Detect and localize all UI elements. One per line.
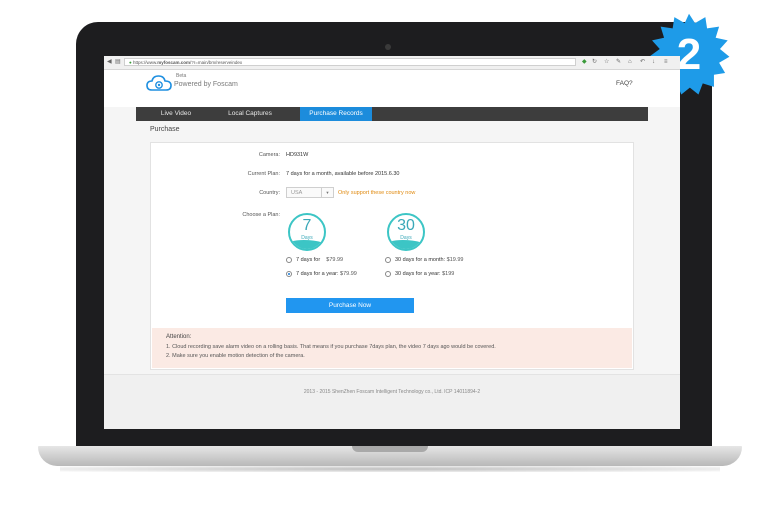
option-7-days-month[interactable]: 7 days for $79.99: [296, 257, 343, 263]
attention-box: Attention: 1. Cloud recording save alarm…: [152, 328, 632, 368]
option-price: $199: [442, 271, 455, 277]
url-prefix: https://www.: [132, 60, 158, 65]
country-selected-value: USA: [291, 190, 303, 196]
plan-unit: Days: [400, 235, 412, 241]
radio-7-days-month[interactable]: [286, 257, 292, 263]
radio-30-days-month[interactable]: [385, 257, 391, 263]
menu-icon[interactable]: ≡: [664, 59, 668, 66]
undo-icon[interactable]: ↶: [640, 59, 645, 66]
option-7-days-year[interactable]: 7 days for a year: $79.99: [296, 271, 357, 277]
site-header: [104, 70, 680, 107]
nav-purchase-records[interactable]: Purchase Records: [300, 107, 372, 121]
attention-title: Attention:: [166, 334, 192, 340]
nav-live-video[interactable]: Live Video: [146, 107, 206, 121]
radio-7-days-year[interactable]: [286, 271, 292, 277]
beta-label: Beta: [176, 73, 187, 79]
nav-local-captures[interactable]: Local Captures: [214, 107, 286, 121]
download-icon[interactable]: ↓: [652, 59, 655, 66]
plan-number: 7: [302, 217, 312, 234]
plan-number: 30: [397, 217, 415, 234]
option-label: 7 days for: [296, 257, 321, 263]
faq-link[interactable]: FAQ?: [616, 80, 633, 87]
camera-label: Camera:: [258, 152, 280, 158]
laptop-shadow: [60, 466, 720, 472]
camera-value: HD931W: [286, 152, 309, 158]
powered-by-text: Powered by Foscam: [174, 81, 238, 88]
country-note: Only support these country now: [338, 190, 416, 196]
url-domain: myfoscam.com: [157, 60, 191, 65]
attention-line-2: 2. Make sure you enable motion detection…: [166, 353, 305, 359]
tools-icon[interactable]: ✎: [616, 59, 621, 66]
plan-7-days-icon[interactable]: 7 Days: [288, 213, 326, 251]
option-label: 30 days for a month:: [395, 257, 446, 263]
option-price: $19.99: [446, 257, 464, 263]
reload-icon[interactable]: ↻: [592, 59, 597, 66]
screen: ◀ ▤ ● https://www.myfoscam.com/?r=main/b…: [104, 56, 680, 429]
star-icon[interactable]: ☆: [604, 59, 609, 66]
main-nav: Live Video Local Captures Purchase Recor…: [136, 107, 648, 121]
address-bar[interactable]: ● https://www.myfoscam.com/?r=main/bm/re…: [124, 58, 576, 66]
home-icon[interactable]: ⌂: [628, 59, 632, 66]
footer-copyright: 2013 - 2015 ShenZhen Foscam Intelligent …: [303, 389, 481, 395]
webcam: [385, 44, 391, 50]
current-plan-label: Current Plan:: [247, 171, 280, 177]
country-select[interactable]: USA ▼: [286, 187, 334, 198]
option-label: 7 days for a year:: [296, 271, 339, 277]
foscam-cloud-logo-icon[interactable]: [146, 74, 172, 92]
option-30-days-year[interactable]: 30 days for a year: $199: [395, 271, 454, 277]
option-price: $79.99: [340, 271, 357, 277]
shield-icon[interactable]: ◆: [582, 59, 587, 66]
radio-30-days-year[interactable]: [385, 271, 391, 277]
laptop-notch: [352, 446, 428, 452]
current-plan-value: 7 days for a month, available before 201…: [286, 171, 400, 177]
site-footer: 2013 - 2015 ShenZhen Foscam Intelligent …: [104, 374, 680, 429]
page-title: Purchase: [150, 126, 180, 133]
attention-line-1: 1. Cloud recording save alarm video on a…: [166, 344, 496, 350]
country-label: Country:: [259, 190, 280, 196]
option-label: 30 days for a year:: [395, 271, 441, 277]
plan-unit: Days: [301, 235, 313, 241]
back-icon[interactable]: ◀: [107, 59, 112, 66]
url-path: /?r=main/bm/reserveindex: [190, 60, 243, 65]
chevron-down-icon[interactable]: ▼: [321, 188, 333, 197]
option-price: $79.99: [326, 257, 344, 263]
choose-plan-label: Choose a Plan:: [242, 212, 280, 218]
option-30-days-month[interactable]: 30 days for a month: $19.99: [395, 257, 464, 263]
plan-30-days-icon[interactable]: 30 Days: [387, 213, 425, 251]
lock-icon: ●: [129, 60, 132, 65]
info-icon[interactable]: ▤: [115, 59, 121, 66]
browser-toolbar: ◀ ▤ ● https://www.myfoscam.com/?r=main/b…: [104, 56, 680, 70]
purchase-now-button[interactable]: Purchase Now: [286, 298, 414, 313]
